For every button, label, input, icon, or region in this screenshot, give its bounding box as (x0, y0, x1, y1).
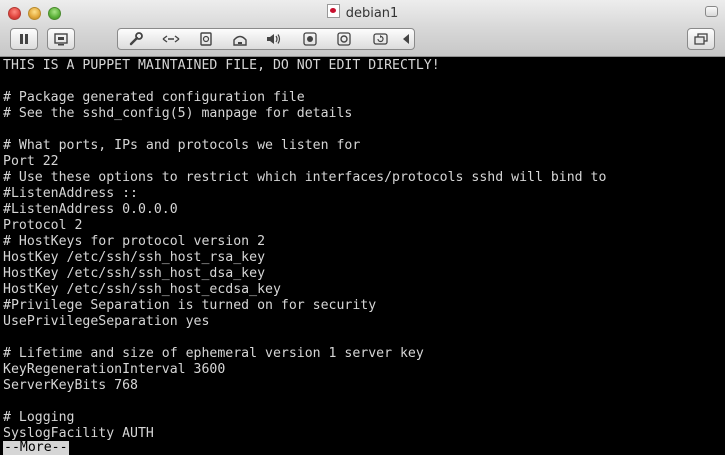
window-title: debian1 (345, 6, 399, 21)
window-titlebar: debian1 (0, 0, 725, 57)
vm-window: debian1 THIS IS A PUPPET MAINTAINED FILE… (0, 0, 725, 455)
terminal-line: HostKey /etc/ssh/ssh_host_dsa_key (3, 266, 266, 281)
chevron-left-icon (403, 34, 409, 44)
terminal-line: # Package generated configuration file (3, 90, 305, 105)
terminal-line: # See the sshd_config(5) manpage for det… (3, 106, 353, 121)
snapshot-icon (54, 32, 68, 45)
pause-button[interactable] (10, 28, 38, 50)
terminal-line: ServerKeyBits 768 (3, 378, 138, 393)
network-icon (162, 35, 180, 43)
terminal-line: #Privilege Separation is turned on for s… (3, 298, 377, 313)
device-toolbar (117, 28, 415, 50)
fullscreen-button[interactable] (687, 28, 715, 50)
printer-icon (233, 35, 247, 46)
network-button[interactable] (158, 29, 184, 49)
terminal-line: Port 22 (3, 154, 59, 169)
terminal-line: THIS IS A PUPPET MAINTAINED FILE, DO NOT… (3, 58, 440, 73)
disk-icon (200, 32, 212, 46)
terminal-line: #ListenAddress 0.0.0.0 (3, 202, 178, 217)
terminal-line: # Logging (3, 410, 75, 425)
disk-button[interactable] (194, 29, 218, 49)
terminal-line: UsePrivilegeSeparation yes (3, 314, 210, 329)
snapshot-button[interactable] (47, 28, 75, 50)
terminal-line: # HostKeys for protocol version 2 (3, 234, 266, 249)
collapse-toolbar-button[interactable] (400, 29, 412, 49)
refresh-button[interactable] (368, 29, 392, 49)
terminal-line: SyslogFacility AUTH (3, 426, 154, 441)
pause-icon (20, 34, 28, 44)
settings-button[interactable] (124, 29, 148, 49)
terminal-line: HostKey /etc/ssh/ssh_host_ecdsa_key (3, 282, 281, 297)
terminal-line: # Lifetime and size of ephemeral version… (3, 346, 424, 361)
window-title-area: debian1 (0, 4, 725, 21)
refresh-icon (372, 33, 388, 45)
cd-button[interactable] (332, 29, 356, 49)
pager-more-prompt: --More-- (3, 440, 69, 455)
usb-icon (303, 32, 317, 46)
usb-button[interactable] (298, 29, 322, 49)
wrench-icon (129, 32, 143, 46)
window-icon (694, 33, 708, 45)
sound-button[interactable] (262, 29, 286, 49)
terminal-line: HostKey /etc/ssh/ssh_host_rsa_key (3, 250, 266, 265)
terminal-line: Protocol 2 (3, 218, 83, 233)
terminal-line: KeyRegenerationInterval 3600 (3, 362, 226, 377)
terminal-line: # Use these options to restrict which in… (3, 170, 607, 185)
cd-icon (337, 32, 351, 46)
vm-app-icon (326, 4, 340, 18)
terminal-line: #ListenAddress :: (3, 186, 138, 201)
terminal-screen[interactable]: THIS IS A PUPPET MAINTAINED FILE, DO NOT… (0, 57, 725, 455)
printer-button[interactable] (228, 29, 252, 49)
terminal-line: # What ports, IPs and protocols we liste… (3, 138, 361, 153)
speaker-icon (267, 34, 281, 44)
toolbar-toggle-button[interactable] (705, 6, 718, 17)
